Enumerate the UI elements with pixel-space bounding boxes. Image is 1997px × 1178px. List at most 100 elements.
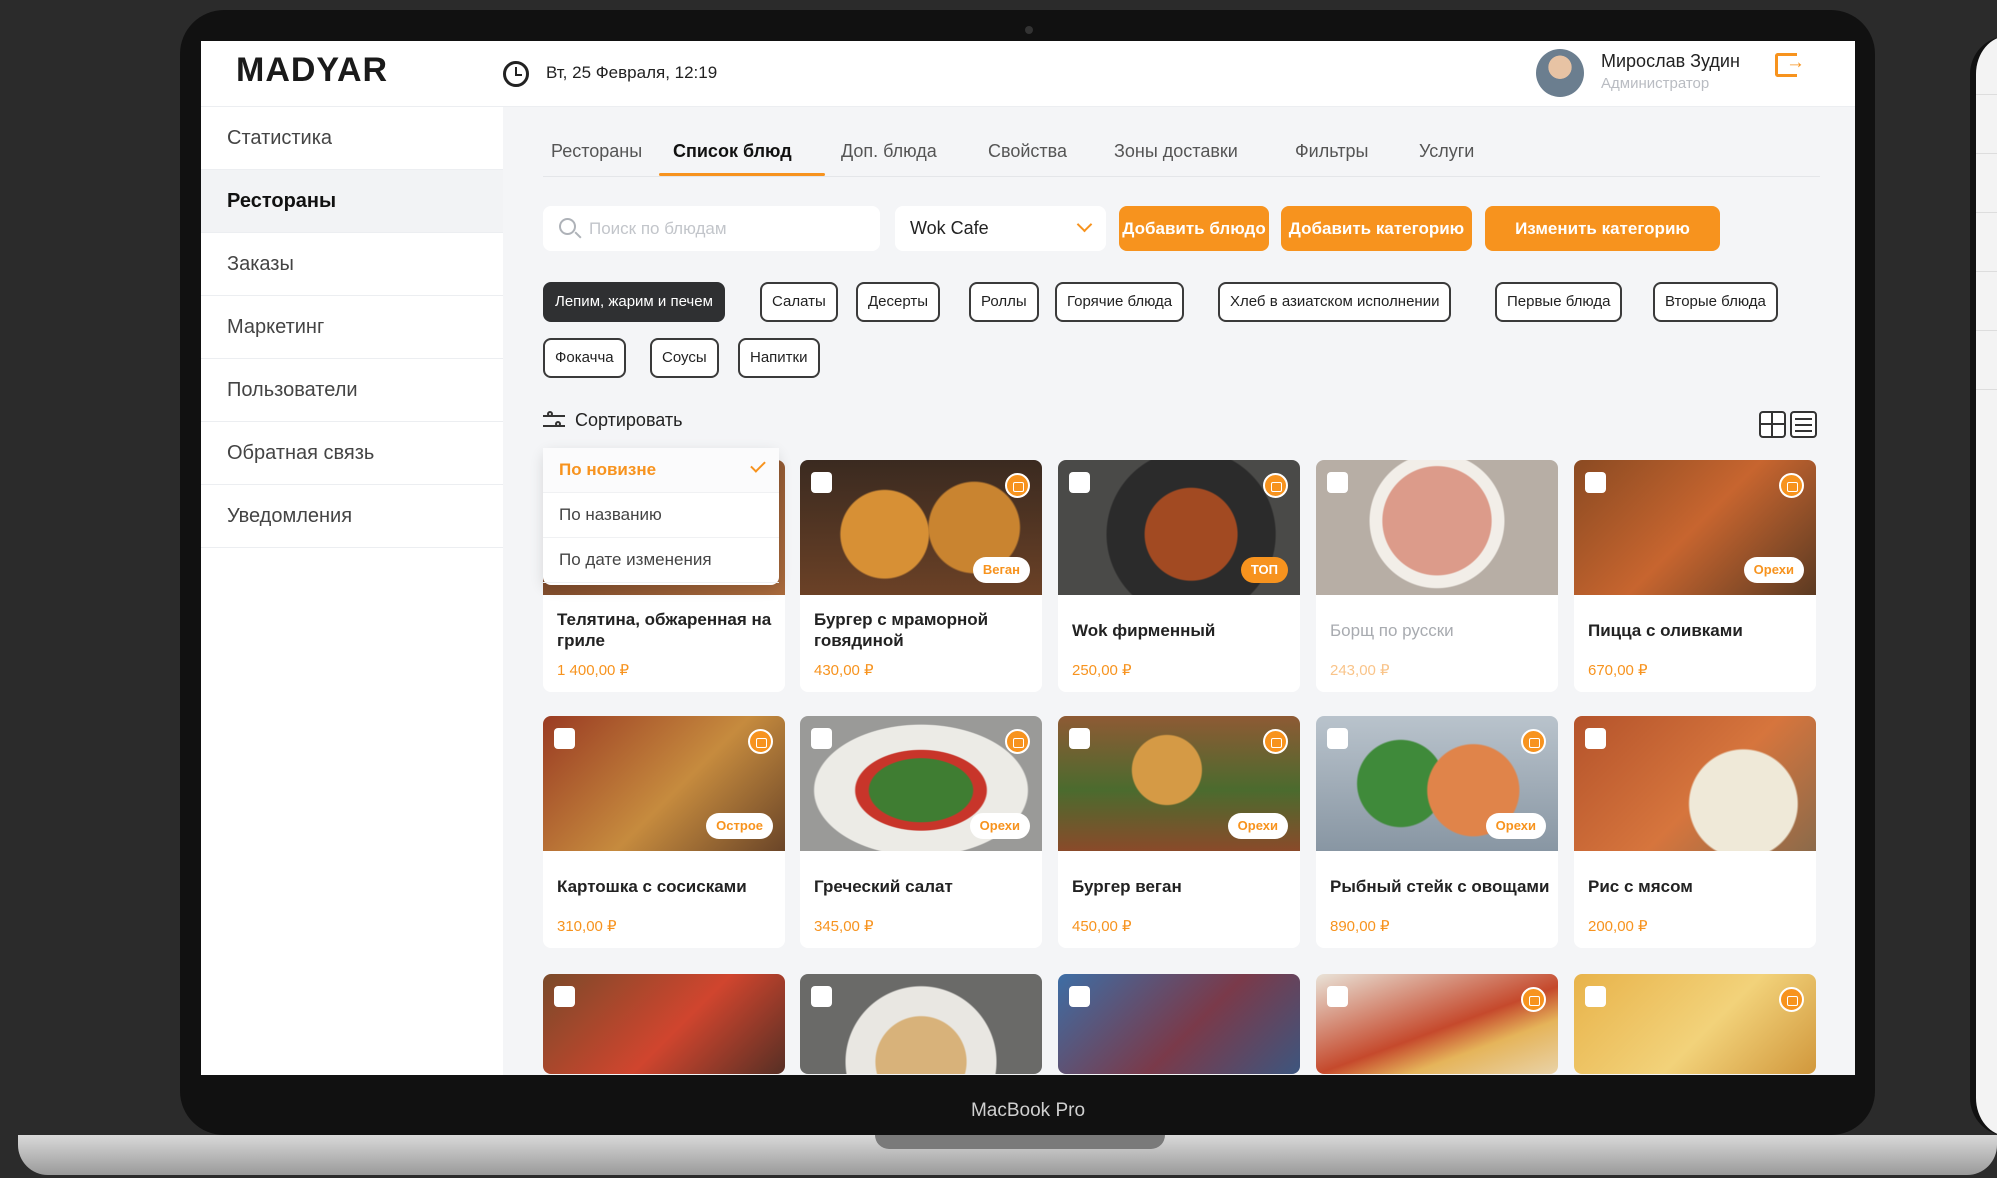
sidebar-item-orders[interactable]: Заказы bbox=[201, 233, 503, 296]
dish-image bbox=[1316, 974, 1558, 1074]
dish-card[interactable]: Орехи Бургер веган 450,00 ₽ bbox=[1058, 716, 1300, 948]
restaurant-select-value: Wok Cafe bbox=[910, 218, 989, 238]
dish-price: 250,00 ₽ bbox=[1072, 662, 1132, 679]
select-checkbox[interactable] bbox=[811, 986, 832, 1007]
tab-dish-list[interactable]: Список блюд bbox=[673, 141, 792, 162]
dish-image bbox=[1574, 716, 1816, 851]
add-category-button[interactable]: Добавить категорию bbox=[1281, 206, 1472, 251]
list-view-icon[interactable] bbox=[1790, 411, 1817, 438]
category-chip[interactable]: Хлеб в азиатском исполнении bbox=[1218, 282, 1452, 322]
grid-view-icon[interactable] bbox=[1759, 411, 1786, 438]
search-input[interactable] bbox=[589, 206, 869, 251]
dish-image bbox=[800, 974, 1042, 1074]
tab-filters[interactable]: Фильтры bbox=[1295, 141, 1368, 162]
secondary-device bbox=[1970, 36, 1997, 1136]
sidebar-item-users[interactable]: Пользователи bbox=[201, 359, 503, 422]
avatar[interactable] bbox=[1536, 49, 1584, 97]
category-chip[interactable]: Роллы bbox=[969, 282, 1039, 322]
sort-control[interactable]: Сортировать bbox=[543, 410, 683, 431]
category-chip[interactable]: Вторые блюда bbox=[1653, 282, 1778, 322]
laptop-notch bbox=[875, 1135, 1165, 1149]
select-checkbox[interactable] bbox=[811, 728, 832, 749]
select-checkbox[interactable] bbox=[554, 728, 575, 749]
select-checkbox[interactable] bbox=[1069, 728, 1090, 749]
dish-name: Рыбный стейк с овощами bbox=[1330, 876, 1550, 896]
tab-services[interactable]: Услуги bbox=[1419, 141, 1474, 162]
category-chip[interactable]: Первые блюда bbox=[1495, 282, 1623, 322]
dish-tag: Острое bbox=[706, 813, 773, 839]
sidebar: Статистика Рестораны Заказы Маркетинг По… bbox=[201, 107, 503, 1075]
dish-tag: Орехи bbox=[969, 813, 1030, 839]
select-checkbox[interactable] bbox=[1585, 986, 1606, 1007]
app-logo[interactable]: MADYAR bbox=[236, 51, 388, 90]
camera-dot bbox=[1025, 26, 1033, 34]
dish-name: Бургер с мраморной говядиной bbox=[814, 610, 989, 650]
sort-option-name[interactable]: По названию bbox=[543, 493, 779, 538]
dish-card[interactable]: Орехи Рыбный стейк с овощами 890,00 ₽ bbox=[1316, 716, 1558, 948]
dish-image bbox=[1316, 460, 1558, 595]
dish-card[interactable] bbox=[1058, 974, 1300, 1074]
bag-icon[interactable] bbox=[1005, 729, 1030, 754]
tab-restaurants[interactable]: Рестораны bbox=[551, 141, 642, 162]
sidebar-item-statistics[interactable]: Статистика bbox=[201, 107, 503, 170]
sidebar-item-notifications[interactable]: Уведомления bbox=[201, 485, 503, 548]
dish-name: Рис с мясом bbox=[1588, 876, 1693, 896]
category-chip[interactable]: Напитки bbox=[738, 338, 820, 378]
bag-icon[interactable] bbox=[1521, 729, 1546, 754]
dish-card[interactable]: Орехи Пицца с оливками 670,00 ₽ bbox=[1574, 460, 1816, 692]
category-chip[interactable]: Десерты bbox=[856, 282, 941, 322]
bag-icon[interactable] bbox=[1263, 473, 1288, 498]
tab-delivery-zones[interactable]: Зоны доставки bbox=[1114, 141, 1238, 162]
dish-name: Картошка с сосисками bbox=[557, 876, 747, 896]
logout-icon[interactable] bbox=[1775, 52, 1805, 77]
check-icon bbox=[750, 457, 766, 473]
dish-card[interactable]: ТОП Wok фирменный 250,00 ₽ bbox=[1058, 460, 1300, 692]
select-checkbox[interactable] bbox=[1069, 472, 1090, 493]
sort-label: Сортировать bbox=[575, 410, 683, 430]
category-chip[interactable]: Лепим, жарим и печем bbox=[543, 282, 725, 322]
sort-option-modified[interactable]: По дате изменения bbox=[543, 538, 779, 583]
select-checkbox[interactable] bbox=[554, 986, 575, 1007]
bag-icon[interactable] bbox=[748, 729, 773, 754]
sort-option-newest[interactable]: По новизне bbox=[543, 448, 779, 493]
dish-name: Бургер веган bbox=[1072, 876, 1182, 896]
add-dish-button[interactable]: Добавить блюдо bbox=[1119, 206, 1269, 251]
bag-icon[interactable] bbox=[1779, 987, 1804, 1012]
select-checkbox[interactable] bbox=[811, 472, 832, 493]
sidebar-item-restaurants[interactable]: Рестораны bbox=[201, 170, 503, 233]
dish-card[interactable] bbox=[1574, 974, 1816, 1074]
sort-dropdown: По новизне По названию По дате изменения bbox=[543, 448, 779, 585]
restaurant-select[interactable]: Wok Cafe bbox=[895, 206, 1106, 251]
sidebar-item-feedback[interactable]: Обратная связь bbox=[201, 422, 503, 485]
category-chip[interactable]: Фокачча bbox=[543, 338, 626, 378]
bag-icon[interactable] bbox=[1779, 473, 1804, 498]
dish-card[interactable]: Веган Бургер с мраморной говядиной 430,0… bbox=[800, 460, 1042, 692]
tab-properties[interactable]: Свойства bbox=[988, 141, 1067, 162]
dish-card[interactable] bbox=[800, 974, 1042, 1074]
bag-icon[interactable] bbox=[1263, 729, 1288, 754]
category-chip[interactable]: Соусы bbox=[650, 338, 719, 378]
select-checkbox[interactable] bbox=[1585, 728, 1606, 749]
category-chip[interactable]: Горячие блюда bbox=[1055, 282, 1185, 322]
tab-extra-dishes[interactable]: Доп. блюда bbox=[841, 141, 937, 162]
select-checkbox[interactable] bbox=[1069, 986, 1090, 1007]
dish-card[interactable]: Рис с мясом 200,00 ₽ bbox=[1574, 716, 1816, 948]
select-checkbox[interactable] bbox=[1585, 472, 1606, 493]
clock-icon bbox=[503, 61, 529, 87]
bag-icon[interactable] bbox=[1521, 987, 1546, 1012]
dish-card[interactable]: Орехи Греческий салат 345,00 ₽ bbox=[800, 716, 1042, 948]
dish-card[interactable] bbox=[543, 974, 785, 1074]
sidebar-item-marketing[interactable]: Маркетинг bbox=[201, 296, 503, 359]
dish-card[interactable] bbox=[1316, 974, 1558, 1074]
dish-price: 243,00 ₽ bbox=[1330, 662, 1390, 679]
dish-card[interactable]: Борщ по русски 243,00 ₽ bbox=[1316, 460, 1558, 692]
dish-tag: ТОП bbox=[1240, 557, 1288, 583]
bag-icon[interactable] bbox=[1005, 473, 1030, 498]
select-checkbox[interactable] bbox=[1327, 986, 1348, 1007]
edit-category-button[interactable]: Изменить категорию bbox=[1485, 206, 1720, 251]
view-toggle bbox=[1759, 411, 1819, 441]
select-checkbox[interactable] bbox=[1327, 472, 1348, 493]
select-checkbox[interactable] bbox=[1327, 728, 1348, 749]
category-chip[interactable]: Салаты bbox=[760, 282, 838, 322]
dish-card[interactable]: Острое Картошка с сосисками 310,00 ₽ bbox=[543, 716, 785, 948]
